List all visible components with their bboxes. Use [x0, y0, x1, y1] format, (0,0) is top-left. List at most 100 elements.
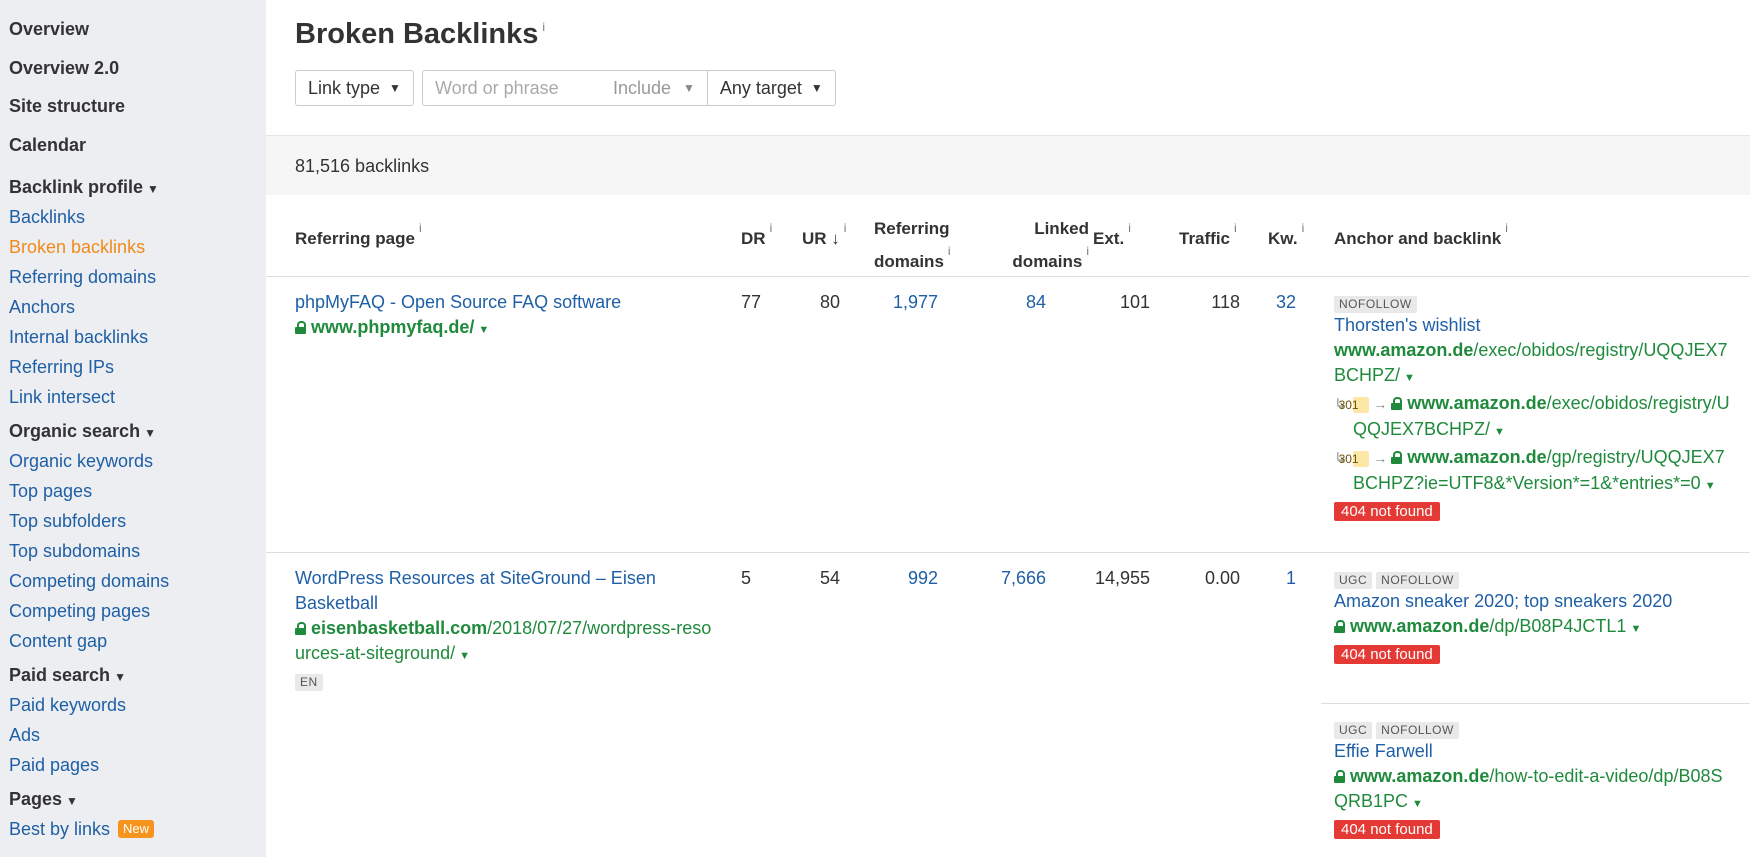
- sidebar-item-ads[interactable]: Ads: [0, 724, 266, 754]
- linked-domains-value[interactable]: 7,666: [956, 566, 1046, 591]
- redirect-2: ↳301→www.amazon.de/gp/registry/UQQJEX7BC…: [1334, 445, 1734, 499]
- ur-value: 54: [819, 568, 840, 588]
- sidebar-item-content-gap[interactable]: Content gap: [0, 630, 266, 660]
- anchor-cell: UGC NOFOLLOW Effie Farwell www.amazon.de/…: [1334, 718, 1734, 839]
- status-badge: 404 not found: [1334, 820, 1440, 839]
- arrow-right-icon: →: [1373, 450, 1388, 466]
- referring-domains-value[interactable]: 992: [856, 566, 938, 591]
- nav-calendar[interactable]: Calendar: [0, 134, 266, 173]
- chevron-down-icon[interactable]: ▼: [1494, 426, 1505, 438]
- referring-page-title[interactable]: WordPress Resources at SiteGround – Eise…: [295, 568, 656, 613]
- col-dr[interactable]: DRi: [741, 217, 772, 250]
- chevron-down-icon[interactable]: ▼: [1630, 623, 1641, 635]
- nav-section-backlink-profile[interactable]: Backlink profile ▼: [0, 176, 266, 206]
- referring-page-url[interactable]: www.phpmyfaq.de/▼: [295, 315, 715, 343]
- referring-page-cell: phpMyFAQ - Open Source FAQ software www.…: [295, 290, 715, 343]
- target-dropdown[interactable]: Any target ▼: [707, 71, 835, 105]
- nav-section-paid-search[interactable]: Paid search ▼: [0, 664, 266, 694]
- include-dropdown[interactable]: Include ▼: [613, 71, 708, 105]
- ugc-tag: UGC: [1334, 572, 1373, 589]
- referring-domains-value[interactable]: 1,977: [856, 290, 938, 315]
- ext-value: 101: [1119, 292, 1150, 312]
- sidebar-item-organic-keywords[interactable]: Organic keywords: [0, 450, 266, 480]
- filter-bar: Link type▼ Include▼ Any target▼: [295, 70, 836, 106]
- info-icon[interactable]: i: [542, 20, 545, 34]
- anchor-text[interactable]: Amazon sneaker 2020; top sneakers 2020: [1334, 591, 1672, 611]
- chevron-down-icon[interactable]: ▼: [1412, 798, 1423, 810]
- dr-value: 77: [741, 292, 762, 312]
- sidebar-item-competing-domains[interactable]: Competing domains: [0, 570, 266, 600]
- sidebar: Overview Overview 2.0 Site structure Cal…: [0, 0, 266, 857]
- col-kw[interactable]: Kw.i: [1268, 217, 1304, 250]
- sidebar-item-backlinks[interactable]: Backlinks: [0, 206, 266, 236]
- sidebar-item-paid-pages[interactable]: Paid pages: [0, 754, 266, 784]
- nav-overview[interactable]: Overview: [0, 18, 266, 57]
- sidebar-item-best-by-links[interactable]: Best by links New: [0, 818, 266, 848]
- sidebar-item-top-subfolders[interactable]: Top subfolders: [0, 510, 266, 540]
- chevron-down-icon: ▼: [144, 426, 156, 440]
- info-icon: i: [769, 221, 773, 235]
- table-row: WordPress Resources at SiteGround – Eise…: [266, 553, 1750, 857]
- info-icon: i: [947, 244, 951, 258]
- anchor-text[interactable]: Thorsten's wishlist: [1334, 315, 1480, 335]
- chevron-down-icon[interactable]: ▼: [1404, 372, 1415, 384]
- sidebar-item-top-pages[interactable]: Top pages: [0, 480, 266, 510]
- nav-section-pages[interactable]: Pages ▼: [0, 788, 266, 818]
- col-anchor-backlink[interactable]: Anchor and backlinki: [1334, 217, 1508, 250]
- col-traffic[interactable]: Traffici: [1179, 217, 1237, 250]
- info-icon: i: [1234, 221, 1237, 235]
- chevron-down-icon[interactable]: ▼: [478, 324, 489, 336]
- referring-page-title[interactable]: phpMyFAQ - Open Source FAQ software: [295, 292, 621, 312]
- nav-overview-2[interactable]: Overview 2.0: [0, 57, 266, 96]
- sidebar-item-link-intersect[interactable]: Link intersect: [0, 386, 266, 416]
- search-input[interactable]: [422, 71, 613, 105]
- col-linked-domains[interactable]: Linked domainsi: [979, 217, 1089, 273]
- nav-section-organic-search[interactable]: Organic search ▼: [0, 420, 266, 450]
- sidebar-item-broken-backlinks[interactable]: Broken backlinks: [0, 236, 266, 266]
- sidebar-item-anchors[interactable]: Anchors: [0, 296, 266, 326]
- chevron-down-icon[interactable]: ▼: [459, 650, 470, 662]
- backlink-url[interactable]: www.amazon.de/exec/obidos/registry/UQQJE…: [1334, 338, 1734, 391]
- sidebar-item-top-subdomains[interactable]: Top subdomains: [0, 540, 266, 570]
- arrow-right-icon: →: [1373, 396, 1388, 412]
- redirect-code-badge: 301: [1339, 397, 1370, 413]
- traffic-value: 118: [1211, 292, 1240, 312]
- anchor-cell: NOFOLLOW Thorsten's wishlist www.amazon.…: [1334, 292, 1734, 521]
- new-badge: New: [118, 820, 155, 838]
- referring-page-url[interactable]: eisenbasketball.com/2018/07/27/wordpress…: [295, 616, 715, 669]
- dr-value: 5: [741, 568, 752, 588]
- page-title: Broken Backlinks i: [295, 18, 546, 50]
- info-icon: i: [1086, 244, 1089, 258]
- redirect-1: ↳301→www.amazon.de/exec/obidos/registry/…: [1334, 391, 1734, 445]
- info-icon: i: [418, 221, 422, 235]
- sidebar-item-referring-domains[interactable]: Referring domains: [0, 266, 266, 296]
- lock-icon: [295, 622, 306, 635]
- col-referring-page[interactable]: Referring pagei: [295, 217, 422, 250]
- sidebar-item-competing-pages[interactable]: Competing pages: [0, 600, 266, 630]
- sidebar-item-referring-ips[interactable]: Referring IPs: [0, 356, 266, 386]
- kw-value[interactable]: 32: [1256, 290, 1296, 315]
- sidebar-item-internal-backlinks[interactable]: Internal backlinks: [0, 326, 266, 356]
- anchor-cell: UGC NOFOLLOW Amazon sneaker 2020; top sne…: [1334, 568, 1734, 664]
- anchor-text[interactable]: Effie Farwell: [1334, 741, 1433, 761]
- backlink-url[interactable]: www.amazon.de/dp/B08P4JCTL1 ▼: [1334, 614, 1734, 642]
- traffic-value: 0.00: [1204, 568, 1240, 588]
- nofollow-tag: NOFOLLOW: [1334, 296, 1417, 313]
- nofollow-tag: NOFOLLOW: [1376, 722, 1459, 739]
- col-ext[interactable]: Ext.i: [1093, 217, 1131, 250]
- kw-value[interactable]: 1: [1256, 566, 1296, 591]
- col-referring-domains[interactable]: Referring domainsi: [874, 217, 951, 273]
- chevron-down-icon[interactable]: ▼: [1705, 480, 1716, 492]
- link-type-dropdown[interactable]: Link type ▼: [295, 70, 414, 106]
- status-badge: 404 not found: [1334, 502, 1440, 521]
- linked-domains-value[interactable]: 84: [956, 290, 1046, 315]
- main-content: Broken Backlinksi Link type▼ Include▼ An…: [266, 0, 1750, 857]
- nav-site-structure[interactable]: Site structure: [0, 95, 266, 134]
- sidebar-item-paid-keywords[interactable]: Paid keywords: [0, 694, 266, 724]
- col-ur[interactable]: UR ↓i: [802, 217, 846, 250]
- chevron-down-icon: ▼: [810, 81, 823, 95]
- backlink-url[interactable]: www.amazon.de/how-to-edit-a-video/dp/B08…: [1334, 764, 1734, 817]
- results-count: 81,516 backlinks: [266, 135, 1750, 195]
- sort-arrow-icon: ↓: [831, 229, 840, 248]
- ugc-tag: UGC: [1334, 722, 1373, 739]
